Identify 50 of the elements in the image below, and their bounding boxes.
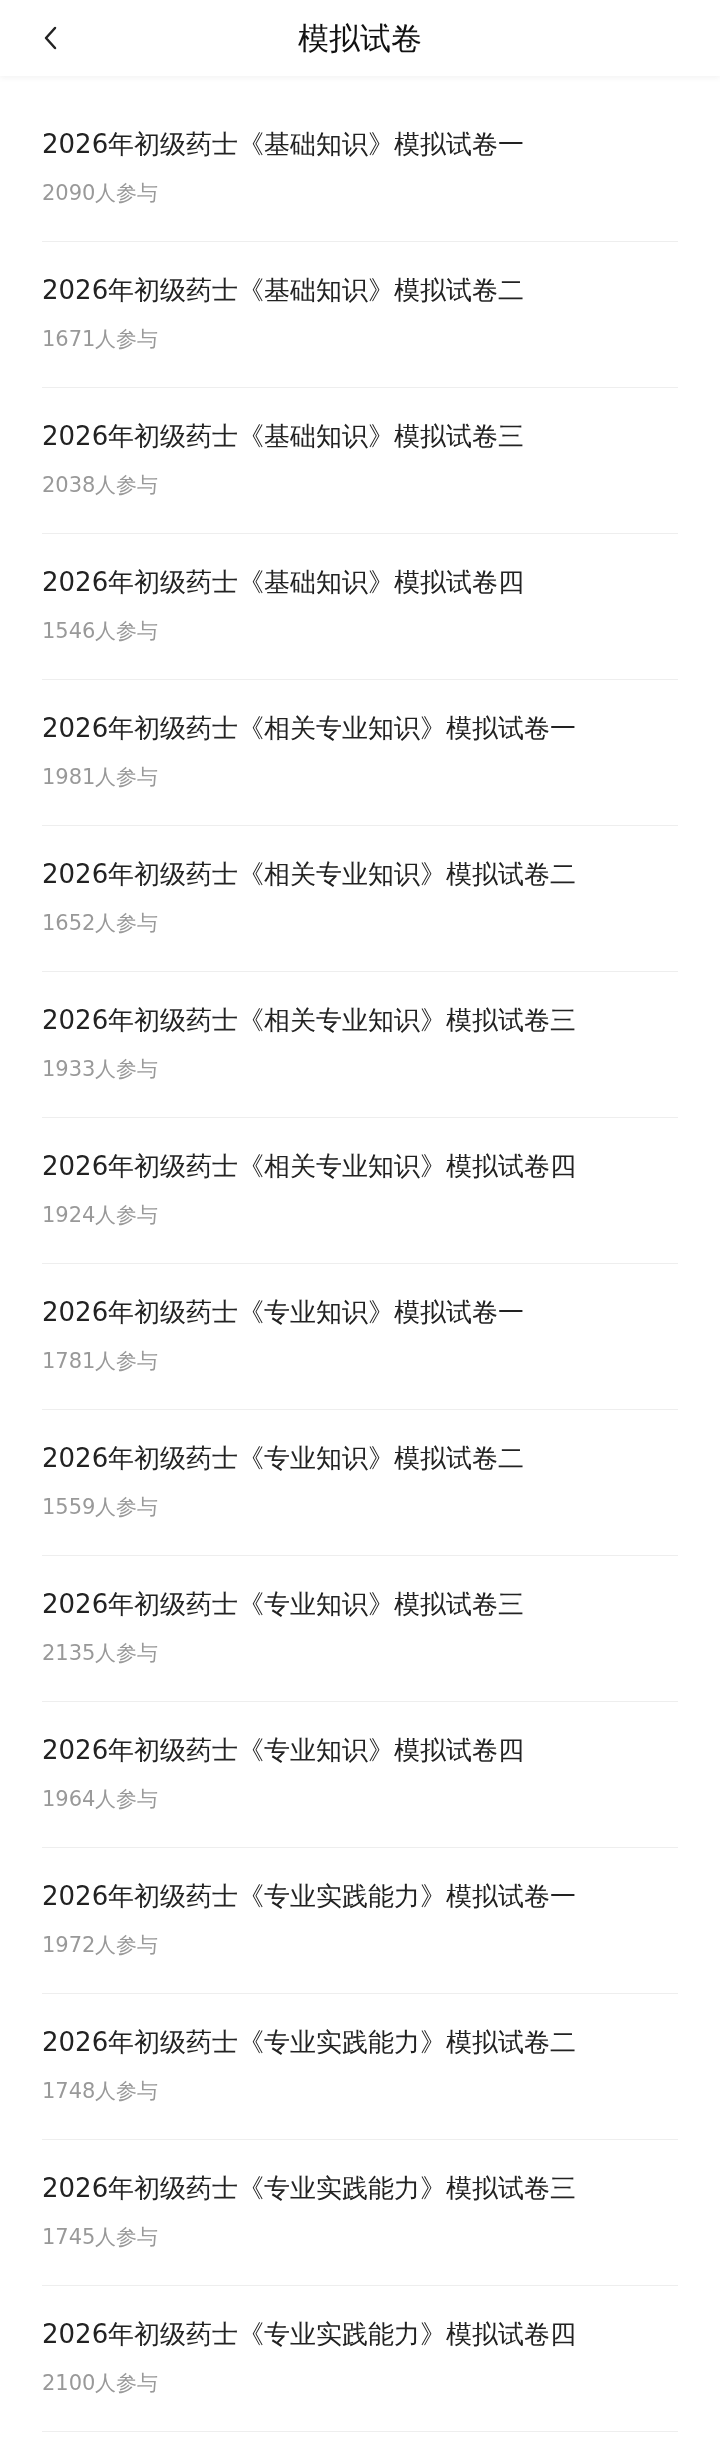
participant-count: 1671人参与	[42, 326, 160, 353]
page-title: 模拟试卷	[298, 18, 422, 58]
paper-title: 2026年初级药士《专业知识》模拟试卷四	[42, 1734, 526, 1767]
exam-paper-item[interactable]: 2026年初级药士《相关专业知识》模拟试卷一 1981人参与	[42, 680, 678, 826]
participant-count: 1924人参与	[42, 1202, 160, 1229]
participant-count: 1964人参与	[42, 1786, 160, 1813]
participant-count: 1981人参与	[42, 764, 160, 791]
exam-paper-item[interactable]: 2026年初级药士《专业知识》模拟试卷四 1964人参与	[42, 1702, 678, 1848]
exam-paper-item[interactable]: 2026年初级药士《基础知识》模拟试卷三 2038人参与	[42, 388, 678, 534]
participant-count: 1559人参与	[42, 1494, 160, 1521]
paper-title: 2026年初级药士《相关专业知识》模拟试卷四	[42, 1150, 578, 1183]
participant-count: 1546人参与	[42, 618, 160, 645]
exam-paper-item[interactable]: 2026年初级药士《相关专业知识》模拟试卷三 1933人参与	[42, 972, 678, 1118]
exam-paper-item[interactable]: 2026年初级药士《专业实践能力》模拟试卷四 2100人参与	[42, 2286, 678, 2432]
exam-paper-item[interactable]: 2026年初级药士《专业知识》模拟试卷三 2135人参与	[42, 1556, 678, 1702]
participant-count: 2038人参与	[42, 472, 160, 499]
exam-paper-item[interactable]: 2026年初级药士《专业实践能力》模拟试卷二 1748人参与	[42, 1994, 678, 2140]
participant-count: 2100人参与	[42, 2370, 160, 2397]
paper-title: 2026年初级药士《基础知识》模拟试卷三	[42, 420, 526, 453]
paper-title: 2026年初级药士《专业实践能力》模拟试卷二	[42, 2026, 578, 2059]
paper-title: 2026年初级药士《专业实践能力》模拟试卷三	[42, 2172, 578, 2205]
exam-paper-item[interactable]: 2026年初级药士《基础知识》模拟试卷四 1546人参与	[42, 534, 678, 680]
paper-title: 2026年初级药士《专业实践能力》模拟试卷四	[42, 2318, 578, 2351]
paper-title: 2026年初级药士《基础知识》模拟试卷一	[42, 128, 526, 161]
exam-paper-item[interactable]: 2026年初级药士《专业实践能力》模拟试卷一 1972人参与	[42, 1848, 678, 1994]
exam-paper-item[interactable]: 2026年初级药士《基础知识》模拟试卷一 2090人参与	[42, 96, 678, 242]
paper-title: 2026年初级药士《专业知识》模拟试卷二	[42, 1442, 526, 1475]
participant-count: 2090人参与	[42, 180, 160, 207]
paper-title: 2026年初级药士《专业知识》模拟试卷一	[42, 1296, 526, 1329]
participant-count: 1745人参与	[42, 2224, 160, 2251]
back-icon	[43, 26, 57, 50]
participant-count: 1652人参与	[42, 910, 160, 937]
participant-count: 1972人参与	[42, 1932, 160, 1959]
exam-paper-item[interactable]: 2026年初级药士《相关专业知识》模拟试卷二 1652人参与	[42, 826, 678, 972]
paper-title: 2026年初级药士《基础知识》模拟试卷二	[42, 274, 526, 307]
paper-title: 2026年初级药士《专业知识》模拟试卷三	[42, 1588, 526, 1621]
paper-title: 2026年初级药士《专业实践能力》模拟试卷一	[42, 1880, 578, 1913]
paper-title: 2026年初级药士《相关专业知识》模拟试卷二	[42, 858, 578, 891]
participant-count: 1748人参与	[42, 2078, 160, 2105]
participant-count: 1781人参与	[42, 1348, 160, 1375]
exam-paper-item[interactable]: 2026年初级药士《专业知识》模拟试卷一 1781人参与	[42, 1264, 678, 1410]
exam-paper-item[interactable]: 2026年初级药士《相关专业知识》模拟试卷四 1924人参与	[42, 1118, 678, 1264]
participant-count: 2135人参与	[42, 1640, 160, 1667]
paper-title: 2026年初级药士《相关专业知识》模拟试卷三	[42, 1004, 578, 1037]
participant-count: 1933人参与	[42, 1056, 160, 1083]
paper-title: 2026年初级药士《基础知识》模拟试卷四	[42, 566, 526, 599]
exam-paper-item[interactable]: 2026年初级药士《专业实践能力》模拟试卷三 1745人参与	[42, 2140, 678, 2286]
exam-paper-item[interactable]: 2026年初级药士《基础知识》模拟试卷二 1671人参与	[42, 242, 678, 388]
exam-paper-item[interactable]: 2026年初级药士《专业知识》模拟试卷二 1559人参与	[42, 1410, 678, 1556]
paper-title: 2026年初级药士《相关专业知识》模拟试卷一	[42, 712, 578, 745]
